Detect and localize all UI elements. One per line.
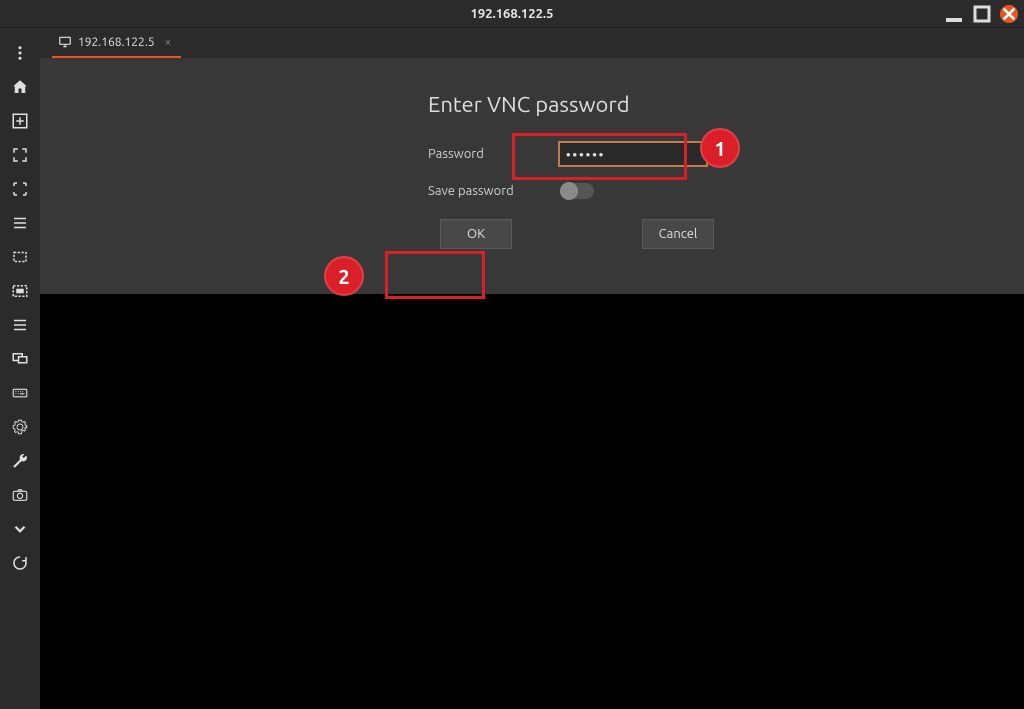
tab-label: 192.168.122.5 xyxy=(78,36,155,49)
refresh-icon[interactable] xyxy=(9,552,31,574)
camera-icon[interactable] xyxy=(9,484,31,506)
fullscreen-enter-icon[interactable] xyxy=(9,144,31,166)
keyboard-icon[interactable] xyxy=(9,382,31,404)
fullscreen-corners-icon[interactable] xyxy=(9,178,31,200)
tab-close-icon[interactable]: × xyxy=(165,36,172,49)
window-controls xyxy=(944,0,1018,28)
ok-button[interactable]: OK xyxy=(440,219,512,249)
dialog-title: Enter VNC password xyxy=(428,92,890,117)
save-password-toggle[interactable] xyxy=(560,183,594,199)
home-icon[interactable] xyxy=(9,76,31,98)
multi-monitor-icon[interactable] xyxy=(9,348,31,370)
window-titlebar: 192.168.122.5 xyxy=(0,0,1024,28)
toggle-knob xyxy=(560,182,578,200)
connection-tab[interactable]: 192.168.122.5 × xyxy=(52,28,181,58)
content-area: 192.168.122.5 × Enter VNC password Passw… xyxy=(40,28,1024,709)
minimize-button[interactable] xyxy=(944,4,964,24)
chevron-down-icon[interactable] xyxy=(9,518,31,540)
scale-fit-icon[interactable] xyxy=(9,246,31,268)
wrench-icon[interactable] xyxy=(9,450,31,472)
password-input[interactable] xyxy=(558,141,708,167)
password-label: Password xyxy=(428,147,558,161)
more-vert-icon[interactable] xyxy=(9,42,31,64)
cancel-button[interactable]: Cancel xyxy=(642,219,714,249)
list-icon[interactable] xyxy=(9,212,31,234)
maximize-button[interactable] xyxy=(972,4,992,24)
vnc-password-dialog: Enter VNC password Password Save passwor… xyxy=(40,58,1024,294)
remote-display-area xyxy=(40,294,1024,709)
add-tab-icon[interactable] xyxy=(9,110,31,132)
save-password-label: Save password xyxy=(428,184,558,198)
monitor-icon xyxy=(58,35,72,49)
scale-fill-icon[interactable] xyxy=(9,280,31,302)
list2-icon[interactable] xyxy=(9,314,31,336)
gear-icon[interactable] xyxy=(9,416,31,438)
close-button[interactable] xyxy=(1000,5,1018,23)
sidebar xyxy=(0,28,40,709)
window-title: 192.168.122.5 xyxy=(0,7,1024,21)
tab-strip: 192.168.122.5 × xyxy=(40,28,1024,58)
